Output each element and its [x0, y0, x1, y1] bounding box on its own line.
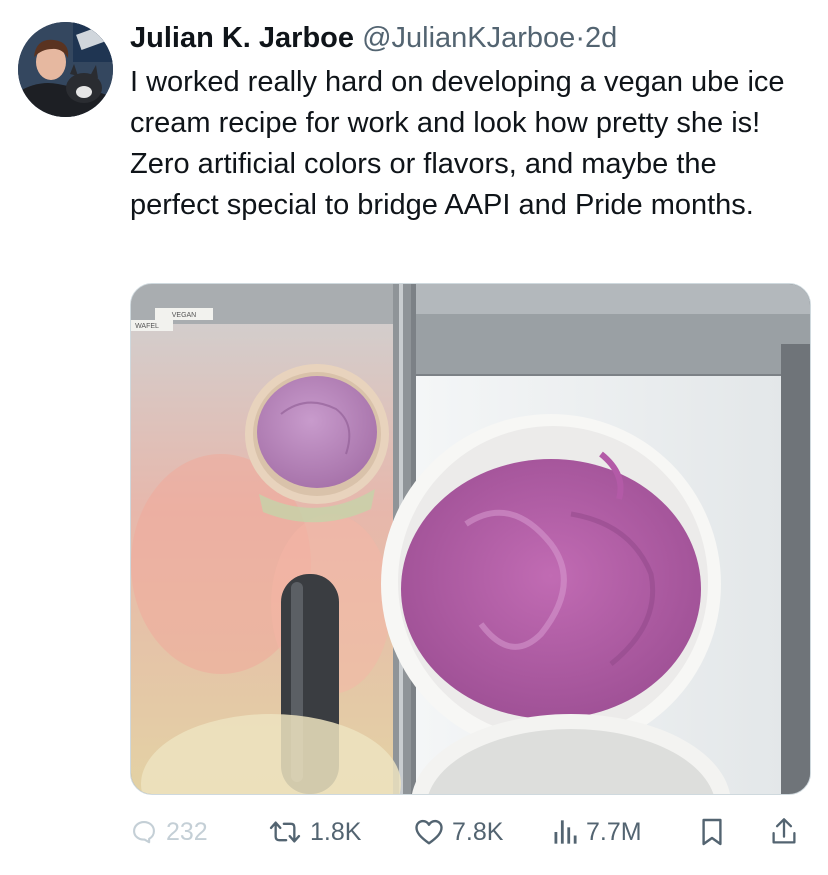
bookmark-icon [702, 818, 722, 846]
repost-count: 1.8K [310, 817, 362, 846]
separator-dot: · [575, 22, 585, 54]
views-icon [554, 820, 577, 844]
repost-button[interactable]: 1.8K [268, 808, 361, 856]
display-name[interactable]: Julian K. Jarboe [130, 22, 354, 54]
view-count: 7.7M [586, 817, 642, 846]
user-handle[interactable]: @JulianKJarboe [362, 22, 575, 54]
wafel-label: WAFEL [135, 323, 159, 330]
share-icon [772, 818, 796, 844]
tweet-photo[interactable]: VEGAN WAFEL [130, 283, 811, 795]
tweet-header: Julian K. Jarboe @JulianKJarboe·2d [130, 20, 617, 56]
like-count: 7.8K [452, 817, 504, 846]
tweet-text: I worked really hard on developing a veg… [130, 66, 785, 221]
reply-icon [133, 821, 155, 844]
tweet-actions: 232 1.8K 7.8K 7.7M [130, 808, 810, 856]
bookmark-button[interactable] [700, 808, 724, 856]
like-button[interactable]: 7.8K [414, 808, 503, 856]
timestamp[interactable]: 2d [585, 22, 617, 54]
like-icon [415, 819, 443, 845]
views-button[interactable]: 7.7M [552, 808, 642, 856]
vegan-label: VEGAN [172, 312, 197, 319]
reply-count: 232 [166, 817, 208, 846]
share-button[interactable] [770, 808, 798, 856]
reply-button[interactable]: 232 [130, 808, 208, 856]
repost-icon [269, 821, 301, 843]
avatar[interactable] [18, 22, 113, 117]
